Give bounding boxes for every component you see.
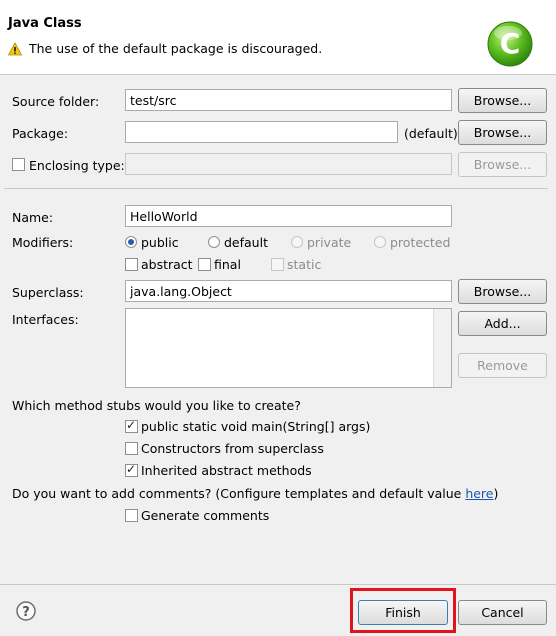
enclosing-type-field bbox=[125, 153, 452, 175]
superclass-label: Superclass: bbox=[12, 285, 84, 300]
package-label: Package: bbox=[12, 126, 69, 141]
remove-interface-button: Remove bbox=[458, 353, 547, 378]
static-label: static bbox=[287, 257, 322, 272]
constructors-label: Constructors from superclass bbox=[141, 441, 324, 456]
protected-radio bbox=[374, 236, 386, 248]
separator bbox=[4, 188, 548, 189]
final-checkbox[interactable] bbox=[198, 258, 211, 271]
interfaces-list[interactable] bbox=[125, 308, 452, 388]
comments-question-close: ) bbox=[493, 486, 499, 501]
protected-label: protected bbox=[390, 235, 451, 250]
modifiers-label: Modifiers: bbox=[12, 235, 74, 250]
enclosing-type-checkbox[interactable] bbox=[12, 158, 25, 171]
public-label: public bbox=[141, 235, 179, 250]
inherited-methods-checkbox[interactable] bbox=[125, 462, 138, 477]
method-stubs-question: Which method stubs would you like to cre… bbox=[12, 398, 301, 413]
superclass-field[interactable]: java.lang.Object bbox=[125, 280, 452, 302]
help-glyph: ? bbox=[22, 605, 30, 620]
java-class-logo-icon: C bbox=[487, 21, 533, 67]
name-label: Name: bbox=[12, 210, 54, 225]
generate-comments-label: Generate comments bbox=[141, 508, 270, 523]
add-interface-button[interactable]: Add... bbox=[458, 311, 547, 336]
private-label: private bbox=[307, 235, 352, 250]
source-folder-browse-button[interactable]: Browse... bbox=[458, 88, 547, 113]
public-radio[interactable] bbox=[125, 236, 137, 248]
help-icon[interactable]: ? bbox=[16, 601, 36, 621]
wizard-title: Java Class bbox=[8, 16, 82, 31]
finish-highlight-box bbox=[350, 588, 456, 633]
generate-comments-checkbox[interactable] bbox=[125, 509, 138, 522]
main-method-label: public static void main(String[] args) bbox=[141, 419, 371, 434]
warning-icon bbox=[8, 42, 22, 56]
footer-separator bbox=[0, 584, 556, 585]
default-radio[interactable] bbox=[208, 236, 220, 248]
abstract-checkbox[interactable] bbox=[125, 258, 138, 271]
warning-message: The use of the default package is discou… bbox=[29, 41, 323, 56]
source-folder-field[interactable]: test/src bbox=[125, 89, 452, 111]
superclass-browse-button[interactable]: Browse... bbox=[458, 279, 547, 304]
comments-question: Do you want to add comments? (Configure … bbox=[12, 486, 498, 501]
name-field[interactable]: HelloWorld bbox=[125, 205, 452, 227]
enclosing-type-browse-button: Browse... bbox=[458, 152, 547, 177]
constructors-checkbox[interactable] bbox=[125, 442, 138, 455]
main-method-checkbox[interactable] bbox=[125, 418, 138, 433]
package-default-hint: (default) bbox=[404, 126, 458, 141]
source-folder-label: Source folder: bbox=[12, 94, 100, 109]
wizard-banner bbox=[0, 0, 556, 75]
interfaces-scrollbar[interactable] bbox=[433, 309, 451, 387]
package-browse-button[interactable]: Browse... bbox=[458, 120, 547, 145]
default-label: default bbox=[224, 235, 268, 250]
enclosing-type-label: Enclosing type: bbox=[29, 158, 125, 173]
comments-question-text: Do you want to add comments? (Configure … bbox=[12, 486, 466, 501]
inherited-methods-label: Inherited abstract methods bbox=[141, 463, 312, 478]
cancel-button[interactable]: Cancel bbox=[458, 600, 547, 625]
private-radio bbox=[291, 236, 303, 248]
interfaces-label: Interfaces: bbox=[12, 312, 79, 327]
package-field[interactable] bbox=[125, 121, 398, 143]
configure-templates-link[interactable]: here bbox=[465, 486, 493, 501]
logo-letter: C bbox=[500, 27, 521, 60]
static-checkbox bbox=[271, 258, 284, 271]
final-label: final bbox=[214, 257, 241, 272]
abstract-label: abstract bbox=[141, 257, 193, 272]
